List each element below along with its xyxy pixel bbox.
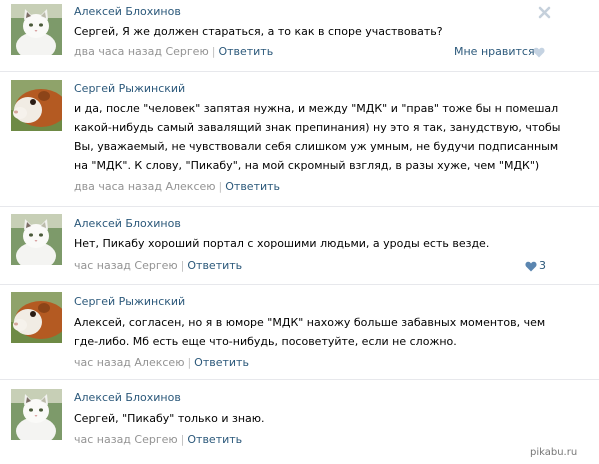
- comment-author[interactable]: Алексей Блохинов: [74, 391, 181, 405]
- avatar-guinea-pig[interactable]: [11, 292, 62, 343]
- comment-line: и да, после "человек" запятая нужна, и м…: [74, 102, 559, 115]
- comment-meta: два часа назад Сергею | Ответить: [74, 45, 273, 59]
- comment-text: Алексей, согласен, но я в юморе "МДК" на…: [74, 313, 574, 351]
- divider: [0, 379, 599, 380]
- reply-link[interactable]: Ответить: [187, 433, 242, 446]
- comment-5: Алексей Блохинов Сергей, "Пикабу" только…: [0, 386, 599, 464]
- comment-text: Сергей, Я же должен стараться, а то как …: [74, 22, 574, 41]
- comment-line: Сергей, Я же должен стараться, а то как …: [74, 25, 443, 38]
- reply-link[interactable]: Ответить: [194, 356, 249, 369]
- comment-time[interactable]: час назад Алексею: [74, 356, 184, 369]
- meta-separator: |: [211, 45, 216, 58]
- comment-meta: час назад Сергею | Ответить: [74, 259, 242, 273]
- comment-meta: час назад Сергею | Ответить: [74, 433, 242, 447]
- comment-time[interactable]: час назад Сергею: [74, 433, 178, 446]
- avatar-cat[interactable]: [11, 214, 62, 265]
- divider: [0, 206, 599, 207]
- meta-separator: |: [180, 433, 185, 446]
- comment-text: Нет, Пикабу хороший портал с хорошими лю…: [74, 234, 574, 253]
- guinea-pig-avatar-image: [11, 292, 62, 343]
- comment-2: Сергей Рыжинский и да, после "человек" з…: [0, 78, 599, 208]
- reply-link[interactable]: Ответить: [187, 259, 242, 272]
- white-cat-avatar-image: [11, 4, 62, 55]
- comment-4: Сергей Рыжинский Алексей, согласен, но я…: [0, 290, 599, 380]
- delete-close-icon[interactable]: [538, 6, 551, 19]
- site-watermark: pikabu.ru: [530, 447, 578, 458]
- comment-meta: час назад Алексею | Ответить: [74, 356, 249, 370]
- likes-count[interactable]: 3: [539, 259, 546, 273]
- meta-separator: |: [180, 259, 185, 272]
- comment-line: Алексей, согласен, но я в юморе "МДК" на…: [74, 316, 546, 329]
- comment-author[interactable]: Алексей Блохинов: [74, 5, 181, 19]
- avatar-cat[interactable]: [11, 389, 62, 440]
- like-button[interactable]: Мне нравится: [454, 45, 535, 59]
- white-cat-avatar-image: [11, 389, 62, 440]
- avatar-cat[interactable]: [11, 4, 62, 55]
- guinea-pig-avatar-image: [11, 80, 62, 131]
- avatar-guinea-pig[interactable]: [11, 80, 62, 131]
- divider: [0, 284, 599, 285]
- comment-3: Алексей Блохинов Нет, Пикабу хороший пор…: [0, 212, 599, 282]
- comment-1: Алексей Блохинов Сергей, Я же должен ста…: [0, 0, 599, 78]
- reply-link[interactable]: Ответить: [218, 45, 273, 58]
- comment-line: Вы, уважаемый, не чувствовали себя слишк…: [74, 140, 559, 153]
- meta-separator: |: [187, 356, 192, 369]
- meta-separator: |: [218, 180, 223, 193]
- comment-time[interactable]: час назад Сергею: [74, 259, 178, 272]
- comment-author[interactable]: Алексей Блохинов: [74, 217, 181, 231]
- comment-author[interactable]: Сергей Рыжинский: [74, 82, 185, 96]
- comment-time[interactable]: два часа назад Сергею: [74, 45, 209, 58]
- comment-line: где-либо. Мб есть еще что-нибудь, посове…: [74, 335, 457, 348]
- reply-link[interactable]: Ответить: [225, 180, 280, 193]
- comment-meta: два часа назад Алексею | Ответить: [74, 180, 280, 194]
- comment-line: Нет, Пикабу хороший портал с хорошими лю…: [74, 237, 490, 250]
- heart-icon[interactable]: [533, 47, 545, 58]
- comment-author[interactable]: Сергей Рыжинский: [74, 295, 185, 309]
- comment-line: на "МДК". К слову, "Пикабу", на мой скро…: [74, 159, 540, 172]
- heart-icon[interactable]: [525, 261, 537, 272]
- comment-time[interactable]: два часа назад Алексею: [74, 180, 216, 193]
- comment-line: какой-нибудь самый завалящий знак препин…: [74, 121, 561, 134]
- white-cat-avatar-image: [11, 214, 62, 265]
- comment-text: и да, после "человек" запятая нужна, и м…: [74, 99, 574, 175]
- comment-text: Сергей, "Пикабу" только и знаю.: [74, 409, 574, 428]
- divider: [0, 71, 599, 72]
- comment-line: Сергей, "Пикабу" только и знаю.: [74, 412, 265, 425]
